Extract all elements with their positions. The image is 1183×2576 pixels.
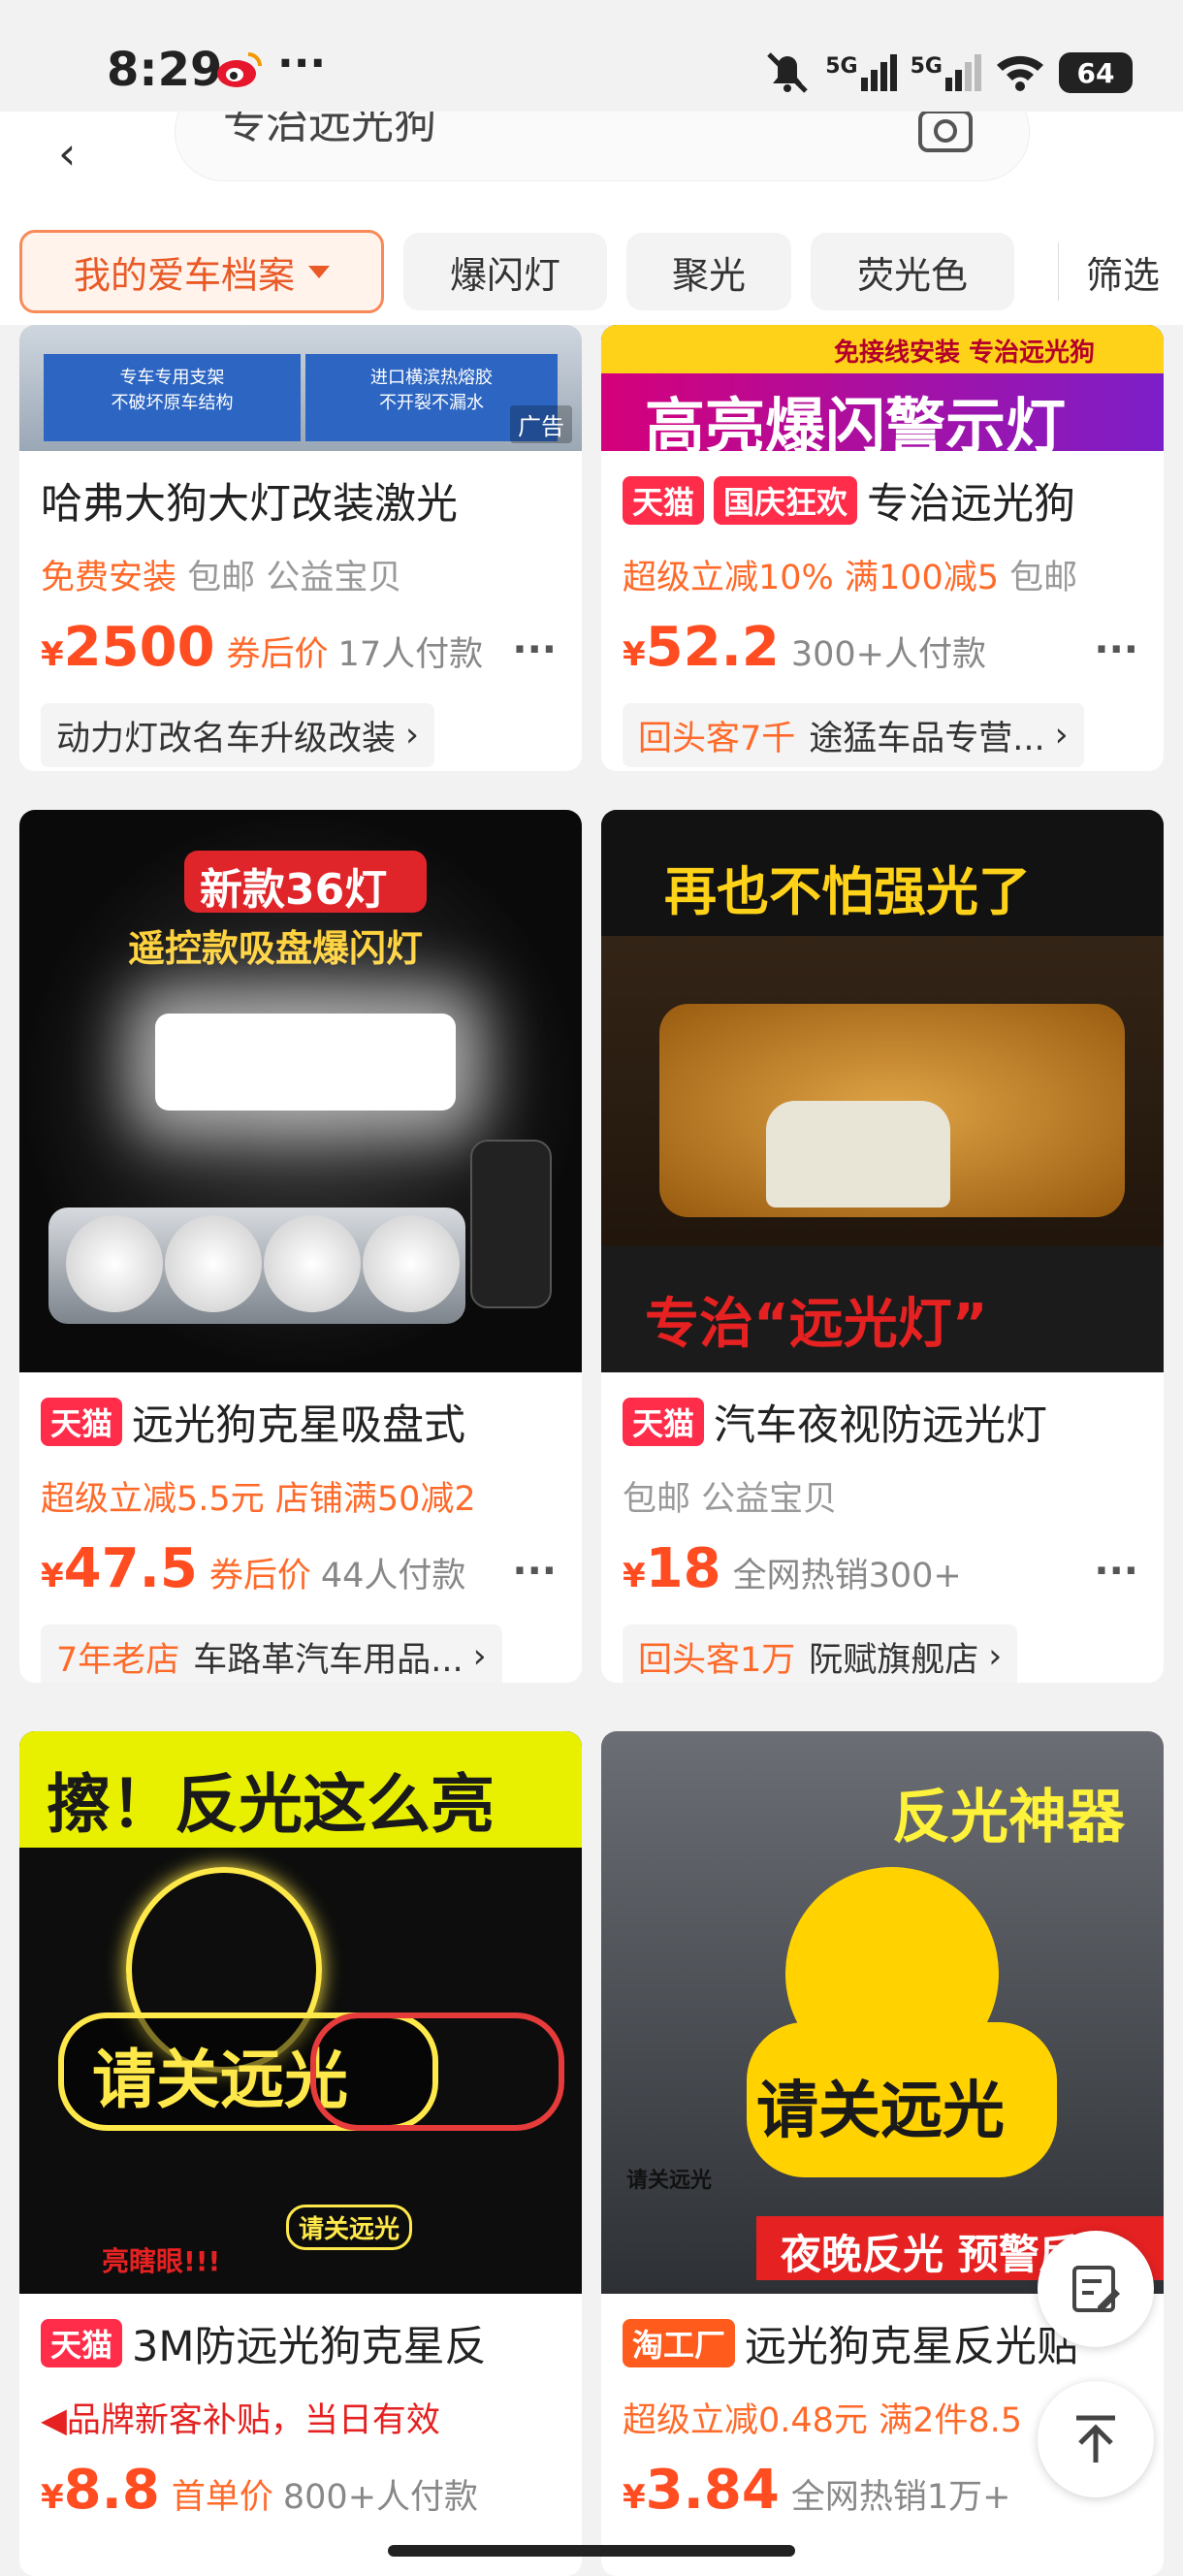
feedback-button[interactable] <box>1038 2231 1154 2347</box>
product-title[interactable]: 哈弗大狗大灯改装激光 <box>41 470 564 531</box>
chevron-right-icon: › <box>405 716 420 755</box>
camera-icon[interactable] <box>916 112 975 156</box>
product-title[interactable]: 天猫 3M防远光狗克星反 <box>41 2313 564 2373</box>
tmall-tag: 天猫 <box>623 476 705 525</box>
sold-count: 全网热销1万+ <box>790 2478 1011 2517</box>
ad-badge: 广告 <box>510 405 572 443</box>
back-arrow-icon[interactable]: ‹ <box>58 127 76 179</box>
filter-flash-light[interactable]: 爆闪灯 <box>403 233 607 310</box>
wifi-icon <box>997 55 1043 91</box>
price: 8.8 <box>63 2459 160 2522</box>
home-indicator <box>388 2545 795 2557</box>
sold-count: 全网热销300+ <box>732 1557 962 1595</box>
product-benefits: 免费安装 包邮 公益宝贝 <box>41 559 402 597</box>
tmall-tag: 天猫 <box>41 1398 123 1446</box>
filter-fluorescent[interactable]: 荧光色 <box>811 233 1014 310</box>
signal-1-icon: 5G <box>825 54 897 91</box>
price: 18 <box>645 1537 721 1600</box>
edit-icon <box>1072 2266 1120 2312</box>
product-benefits: ◀品牌新客补贴，当日有效 <box>41 2401 440 2440</box>
product-image[interactable]: 再也不怕强光了 专治“远光灯” <box>601 810 1164 1372</box>
more-options-icon[interactable]: ··· <box>512 628 557 672</box>
shop-link[interactable]: 动力灯改名车升级改装 › <box>41 703 435 767</box>
product-title[interactable]: 天猫 国庆狂欢 专治远光狗 <box>623 470 1146 531</box>
status-time: 8:29 <box>107 43 223 97</box>
sold-count: 44人付款 <box>320 1557 466 1595</box>
sold-count: 17人付款 <box>337 635 484 674</box>
filter-my-car[interactable]: 我的爱车档案 <box>19 230 384 313</box>
promo-tag: 国庆狂欢 <box>714 476 858 525</box>
mute-icon <box>767 52 809 93</box>
product-image[interactable]: 专车专用支架 不破坏原车结构 进口横滨热熔胶 不开裂不漏水 广告 <box>19 325 582 451</box>
product-benefits: 超级立减10% 满100减5 包邮 <box>623 559 1078 597</box>
speaker-icon: ◀ <box>41 2401 67 2440</box>
product-card[interactable]: 再也不怕强光了 专治“远光灯” 天猫 汽车夜视防远光灯 包邮 公益宝贝 ¥ 18… <box>601 810 1164 1683</box>
price-row: ¥ 47.5 券后价 44人付款 <box>41 1537 466 1600</box>
sold-count: 300+人付款 <box>790 635 986 674</box>
product-benefits: 超级立减0.48元 满2件8.5 <box>623 2401 1023 2440</box>
search-bar: ‹ 专治远光狗 <box>0 112 1183 218</box>
shop-link[interactable]: 回头客1万 阮赋旗舰店 › <box>623 1625 1018 1683</box>
sold-count: 800+人付款 <box>282 2478 479 2517</box>
price-row: ¥ 52.2 300+人付款 <box>623 616 986 679</box>
product-benefits: 包邮 公益宝贝 <box>623 1480 838 1519</box>
shop-link[interactable]: 7年老店 车路革汽车用品... › <box>41 1625 502 1683</box>
weibo-icon <box>217 52 262 87</box>
price: 2500 <box>63 616 215 679</box>
price-row: ¥ 3.84 全网热销1万+ <box>623 2459 1011 2522</box>
more-options-icon[interactable]: ··· <box>1094 628 1138 672</box>
more-options-icon[interactable]: ··· <box>1094 1549 1138 1594</box>
shop-link[interactable]: 回头客7千 途猛车品专营... › <box>623 703 1084 767</box>
status-more-icon: ··· <box>277 39 327 88</box>
signal-2-icon: 5G <box>911 54 981 91</box>
price-row: ¥ 2500 券后价 17人付款 <box>41 616 484 679</box>
price: 3.84 <box>645 2459 780 2522</box>
product-title[interactable]: 天猫 远光狗克星吸盘式 <box>41 1392 564 1452</box>
price: 47.5 <box>63 1537 198 1600</box>
search-query[interactable]: 专治远光狗 <box>223 112 436 150</box>
chevron-right-icon: › <box>472 1637 487 1676</box>
product-benefits: 超级立减5.5元 店铺满50减2 <box>41 1480 476 1519</box>
battery-icon: 64 <box>1059 52 1133 93</box>
filter-spotlight[interactable]: 聚光 <box>626 233 791 310</box>
chevron-right-icon: › <box>1054 716 1069 755</box>
product-card[interactable]: 专车专用支架 不破坏原车结构 进口横滨热熔胶 不开裂不漏水 广告 哈弗大狗大灯改… <box>19 325 582 771</box>
product-card[interactable]: 免接线安装 专治远光狗 高亮爆闪警示灯 天猫 国庆狂欢 专治远光狗 超级立减10… <box>601 325 1164 771</box>
product-image[interactable]: 反光神器 请关远光 请关远光 夜晚反光 预警后方 <box>601 1731 1164 2294</box>
product-card[interactable]: 新款36灯 遥控款吸盘爆闪灯 天猫 远光狗克星吸盘式 超级立减5.5元 店铺满5… <box>19 810 582 1683</box>
price-row: ¥ 8.8 首单价 800+人付款 <box>41 2459 479 2522</box>
factory-tag: 淘工厂 <box>623 2319 736 2367</box>
image-caption: 专车专用支架 不破坏原车结构 <box>44 354 301 441</box>
product-title[interactable]: 天猫 汽车夜视防远光灯 <box>623 1392 1146 1452</box>
chevron-right-icon: › <box>988 1637 1003 1676</box>
price-row: ¥ 18 全网热销300+ <box>623 1537 962 1600</box>
filter-screen-button[interactable]: 筛选 <box>1057 242 1160 301</box>
more-options-icon[interactable]: ··· <box>512 1549 557 1594</box>
arrow-up-icon <box>1076 2415 1115 2463</box>
product-image[interactable]: 擦！反光这么亮 请关远光 请关远光 亮瞎眼!!! <box>19 1731 582 2294</box>
product-image[interactable]: 免接线安装 专治远光狗 高亮爆闪警示灯 <box>601 325 1164 451</box>
price: 52.2 <box>645 616 780 679</box>
chevron-down-icon <box>308 265 330 278</box>
back-to-top-button[interactable] <box>1038 2381 1154 2497</box>
product-card[interactable]: 擦！反光这么亮 请关远光 请关远光 亮瞎眼!!! 天猫 3M防远光狗克星反 ◀品… <box>19 1731 582 2576</box>
tmall-tag: 天猫 <box>623 1398 705 1446</box>
filter-bar: 我的爱车档案 爆闪灯 聚光 荧光色 筛选 <box>0 218 1183 325</box>
tmall-tag: 天猫 <box>41 2319 123 2367</box>
status-icons: 5G 5G 64 <box>763 39 1133 107</box>
product-image[interactable]: 新款36灯 遥控款吸盘爆闪灯 <box>19 810 582 1372</box>
